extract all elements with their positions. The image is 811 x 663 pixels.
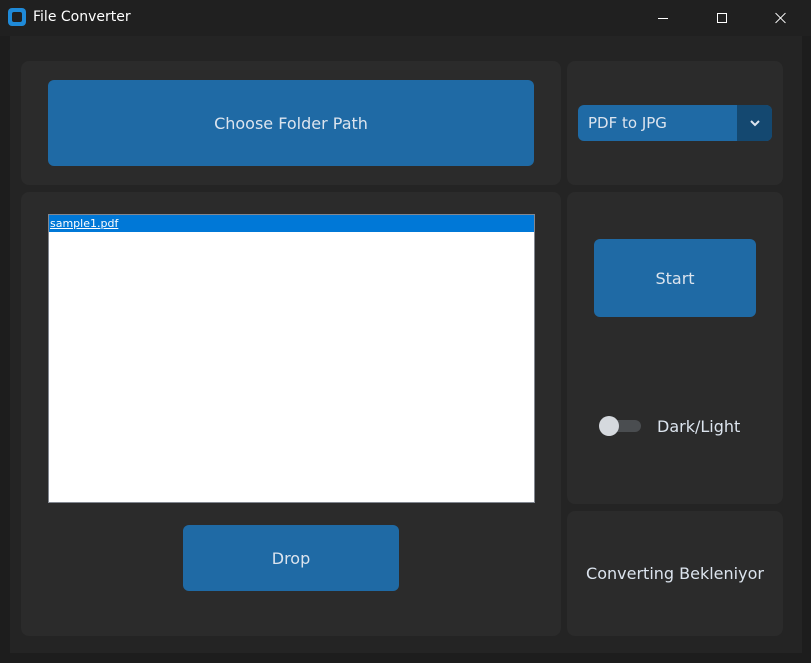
file-listbox[interactable]: sample1.pdf [48,214,535,503]
minimize-icon [658,17,668,19]
maximize-icon [717,13,727,23]
minimize-button[interactable] [640,0,686,36]
drop-button[interactable]: Drop [183,525,399,591]
theme-toggle-knob [599,416,619,436]
chevron-down-icon[interactable] [737,105,772,141]
conversion-select-value: PDF to JPG [588,114,667,132]
window-title: File Converter [33,9,131,25]
close-button[interactable] [758,0,804,36]
theme-toggle-label: Dark/Light [657,417,741,436]
close-icon [775,12,787,24]
conversion-select[interactable]: PDF to JPG [578,105,772,141]
app-icon [8,8,26,26]
theme-toggle-switch[interactable] [599,416,641,436]
list-item[interactable]: sample1.pdf [49,215,534,232]
title-bar: File Converter [0,0,811,36]
choose-folder-button[interactable]: Choose Folder Path [48,80,534,166]
maximize-button[interactable] [699,0,745,36]
start-button[interactable]: Start [594,239,756,317]
status-label: Converting Bekleniyor [586,564,764,583]
